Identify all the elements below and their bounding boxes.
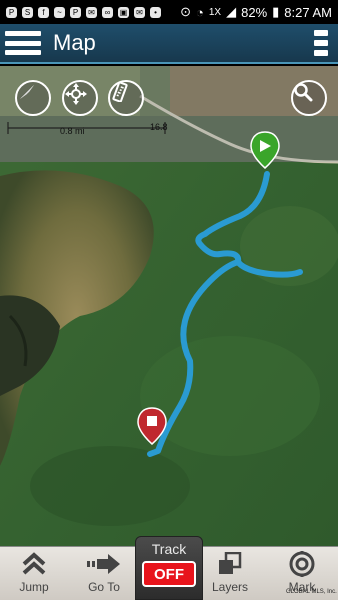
voicemail-icon: ∞ <box>102 6 113 18</box>
battery-percent: 82% <box>241 4 268 20</box>
goto-arrow-icon <box>86 551 122 577</box>
facebook-icon: f <box>38 6 49 18</box>
wifi-icon: ◔ <box>196 4 204 20</box>
layers-label: Layers <box>211 580 249 594</box>
ruler-icon <box>112 82 128 102</box>
pinterest-icon: P <box>70 6 81 18</box>
layers-button[interactable]: Layers <box>200 547 260 600</box>
watermark: GLOBAL MLS, Inc. <box>286 589 337 595</box>
satellite-map <box>0 66 338 546</box>
map-view[interactable]: 0.8 mi 16.8 <box>0 66 338 546</box>
scale-label-right: 16.8 <box>150 122 168 132</box>
more-options-icon[interactable] <box>314 28 328 58</box>
goto-button[interactable]: Go To <box>74 547 134 600</box>
track-label: Track <box>151 541 187 557</box>
more-icon: • <box>150 6 161 18</box>
leaf-icon: ~ <box>54 6 65 18</box>
track-off-button[interactable]: OFF <box>142 561 196 587</box>
picture-icon: ▣ <box>118 6 129 18</box>
search-button[interactable] <box>291 80 327 116</box>
mark-target-icon <box>288 551 316 577</box>
mail-icon: ✉ <box>86 6 97 18</box>
goto-label: Go To <box>88 580 120 594</box>
measure-button[interactable] <box>108 80 144 116</box>
clock: 8:27 AM <box>284 4 332 20</box>
track-toggle[interactable]: Track OFF <box>135 536 203 600</box>
scale-label-left: 0.8 mi <box>60 126 85 136</box>
menu-icon[interactable] <box>5 28 41 58</box>
network-label: 1X <box>208 6 222 18</box>
search-icon <box>294 83 313 102</box>
jump-button[interactable]: Jump <box>4 547 64 600</box>
crosshair-arrows-icon <box>65 83 87 105</box>
app-header: Map <box>0 24 338 64</box>
compass-arrow-icon <box>20 85 34 99</box>
snapchat-icon: S <box>22 6 33 18</box>
layers-icon <box>218 551 242 577</box>
jump-chevrons-icon <box>21 551 47 577</box>
signal-icon: ◢ <box>226 4 237 19</box>
compass-button[interactable] <box>15 80 51 116</box>
battery-icon: ▮ <box>272 4 280 19</box>
jump-label: Jump <box>19 580 49 594</box>
mail-icon: ✉ <box>134 6 145 18</box>
pinterest-icon: P <box>6 6 17 18</box>
notification-icons: P S f ~ P ✉ ∞ ▣ ✉ • <box>6 6 161 18</box>
page-title: Map <box>53 30 96 55</box>
status-bar: P S f ~ P ✉ ∞ ▣ ✉ • ⊙ ◔ 1X ◢ 82% ▮ 8:27 … <box>0 0 338 24</box>
location-icon: ⊙ <box>180 4 192 19</box>
center-location-button[interactable] <box>62 80 98 116</box>
